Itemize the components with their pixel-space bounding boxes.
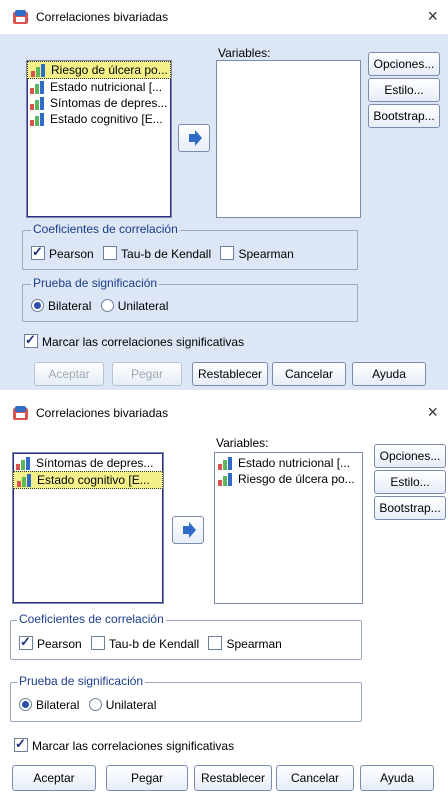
spearman-checkbox[interactable]: Spearman [208, 636, 282, 651]
scale-variable-icon [30, 113, 44, 126]
pearson-checkbox[interactable]: Pearson [31, 244, 94, 261]
help-button[interactable]: Ayuda [352, 362, 426, 386]
checkbox-icon [19, 634, 33, 650]
checkbox-icon [103, 246, 118, 260]
checkbox-icon [208, 636, 223, 650]
list-item-label: Estado cognitivo [E... [37, 473, 150, 487]
title-bar: Correlaciones bivariadas × [0, 396, 448, 430]
dialog-title: Correlaciones bivariadas [36, 10, 169, 24]
radio-icon [19, 698, 32, 711]
checkbox-icon [14, 736, 28, 752]
correlation-coefficients-group: Coeficientes de correlación Pearson Tau-… [22, 222, 358, 270]
pearson-checkbox[interactable]: Pearson [19, 634, 82, 651]
group-legend: Prueba de significación [17, 674, 146, 688]
close-icon[interactable]: × [427, 402, 438, 423]
variables-label: Variables: [218, 46, 271, 60]
move-variable-button[interactable] [178, 124, 210, 152]
scale-variable-icon [30, 97, 44, 110]
one-tailed-radio[interactable]: Unilateral [88, 698, 156, 712]
style-button[interactable]: Estilo... [368, 78, 440, 102]
scale-variable-icon [30, 81, 44, 94]
significance-test-group: Prueba de significación Bilateral Unilat… [22, 276, 358, 322]
radio-icon [31, 299, 44, 312]
options-button[interactable]: Opciones... [374, 444, 446, 468]
spearman-checkbox[interactable]: Spearman [220, 246, 294, 261]
correlation-coefficients-group: Coeficientes de correlación Pearson Tau-… [10, 612, 362, 660]
list-item-label: Estado cognitivo [E... [50, 112, 163, 126]
arrow-right-icon [189, 130, 202, 146]
kendall-checkbox[interactable]: Tau-b de Kendall [91, 636, 199, 651]
list-item[interactable]: Síntomas de depres... [27, 95, 171, 111]
dialog-body: Riesgo de úlcera po... Estado nutriciona… [0, 34, 448, 390]
scale-variable-icon [218, 457, 232, 470]
checkbox-icon [24, 332, 38, 348]
ok-button[interactable]: Aceptar [12, 765, 96, 791]
checkbox-icon [220, 246, 235, 260]
cancel-button[interactable]: Cancelar [276, 765, 354, 791]
radio-icon [100, 299, 114, 312]
list-item[interactable]: Estado cognitivo [E... [27, 111, 171, 127]
bootstrap-button[interactable]: Bootstrap... [368, 104, 440, 128]
list-item-label: Estado nutricional [... [50, 80, 163, 94]
list-item-label: Estado nutricional [... [238, 456, 351, 470]
scale-variable-icon [31, 64, 45, 77]
scale-variable-icon [17, 474, 31, 487]
target-variable-list[interactable] [216, 60, 361, 218]
style-button[interactable]: Estilo... [374, 470, 446, 494]
spss-app-icon [13, 10, 28, 24]
list-item[interactable]: Estado cognitivo [E... [13, 471, 163, 489]
bootstrap-button[interactable]: Bootstrap... [374, 496, 446, 520]
title-bar: Correlaciones bivariadas × [0, 0, 448, 34]
one-tailed-radio[interactable]: Unilateral [100, 299, 168, 313]
list-item[interactable]: Estado nutricional [... [27, 79, 171, 95]
group-legend: Coeficientes de correlación [31, 222, 180, 236]
source-variable-list[interactable]: Riesgo de úlcera po... Estado nutriciona… [26, 60, 172, 218]
source-variable-list[interactable]: Síntomas de depres... Estado cognitivo [… [12, 452, 164, 604]
reset-button[interactable]: Restablecer [194, 765, 272, 791]
list-item[interactable]: Riesgo de úlcera po... [27, 61, 171, 79]
spss-app-icon [13, 406, 28, 420]
options-button[interactable]: Opciones... [368, 52, 440, 76]
dialog-title: Correlaciones bivariadas [36, 406, 169, 420]
list-item-label: Síntomas de depres... [36, 456, 154, 470]
group-legend: Coeficientes de correlación [17, 612, 166, 626]
flag-significant-checkbox[interactable]: Marcar las correlaciones significativas [24, 332, 244, 349]
variables-label: Variables: [216, 436, 269, 450]
close-icon[interactable]: × [427, 6, 438, 27]
paste-button[interactable]: Pegar [112, 362, 182, 386]
cancel-button[interactable]: Cancelar [272, 362, 346, 386]
radio-icon [88, 698, 102, 711]
two-tailed-radio[interactable]: Bilateral [31, 299, 91, 313]
paste-button[interactable]: Pegar [106, 765, 188, 791]
help-button[interactable]: Ayuda [360, 765, 434, 791]
ok-button[interactable]: Aceptar [34, 362, 104, 386]
list-item[interactable]: Síntomas de depres... [13, 455, 163, 471]
list-item[interactable]: Riesgo de úlcera po... [215, 471, 362, 487]
dialog-body: Síntomas de depres... Estado cognitivo [… [0, 430, 448, 795]
arrow-right-icon [183, 522, 196, 538]
list-item-label: Riesgo de úlcera po... [51, 63, 168, 77]
reset-button[interactable]: Restablecer [192, 362, 268, 386]
list-item-label: Síntomas de depres... [50, 96, 168, 110]
checkbox-icon [91, 636, 106, 650]
list-item[interactable]: Estado nutricional [... [215, 455, 362, 471]
kendall-checkbox[interactable]: Tau-b de Kendall [103, 246, 211, 261]
scale-variable-icon [16, 457, 30, 470]
bivariate-correlations-dialog-1: Correlaciones bivariadas × Riesgo de úlc… [0, 0, 448, 390]
group-legend: Prueba de significación [31, 276, 160, 290]
list-item-label: Riesgo de úlcera po... [238, 472, 355, 486]
move-variable-button[interactable] [172, 516, 204, 544]
bivariate-correlations-dialog-2: Correlaciones bivariadas × Síntomas de d… [0, 396, 448, 795]
two-tailed-radio[interactable]: Bilateral [19, 698, 79, 712]
flag-significant-checkbox[interactable]: Marcar las correlaciones significativas [14, 736, 234, 753]
target-variable-list[interactable]: Estado nutricional [... Riesgo de úlcera… [214, 452, 363, 604]
significance-test-group: Prueba de significación Bilateral Unilat… [10, 674, 362, 722]
scale-variable-icon [218, 473, 232, 486]
checkbox-icon [31, 244, 45, 260]
